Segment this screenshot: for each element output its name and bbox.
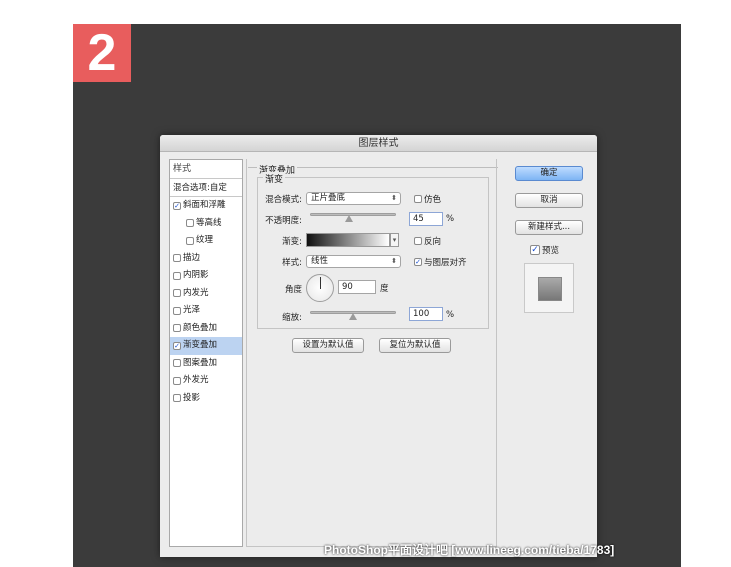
scale-input[interactable]: 100 [409, 307, 443, 321]
reverse-checkbox[interactable]: 反向 [414, 235, 441, 247]
style-item-label: 光泽 [183, 305, 201, 315]
ok-button[interactable]: 确定 [515, 166, 583, 181]
subgroup-title: 渐变 [263, 172, 286, 185]
checkbox-icon[interactable] [186, 236, 194, 245]
style-item[interactable]: 外发光 [170, 372, 242, 390]
align-label: 与图层对齐 [424, 258, 467, 268]
preview-swatch [538, 277, 562, 301]
checkbox-icon[interactable] [173, 289, 181, 298]
dither-label: 仿色 [424, 195, 442, 205]
style-items: ✓ 斜面和浮雕 等高线 纹理 描边 内阴影 内发光 光泽 颜色叠加 ✓ 渐变叠加 图案叠加 外发光 投影 [170, 197, 242, 407]
cancel-button[interactable]: 取消 [515, 193, 583, 208]
layer-style-dialog: 图层样式 样式 混合选项:自定 ✓ 斜面和浮雕 等高线 纹理 描边 内阴影 内发光 光泽 颜色叠… [160, 135, 597, 557]
style-item[interactable]: ✓ 渐变叠加 [170, 337, 242, 355]
checkbox-checked-icon[interactable]: ✓ [173, 201, 181, 210]
style-item[interactable]: 内阴影 [170, 267, 242, 285]
angle-label: 角度 [284, 285, 302, 295]
style-item-label: 描边 [183, 252, 201, 263]
angle-input[interactable]: 90 [338, 280, 376, 294]
style-label: 样式: [282, 258, 302, 268]
reverse-label: 反向 [424, 237, 442, 247]
blend-mode-value: 正片叠底 [311, 193, 346, 203]
style-item-label: 内阴影 [183, 270, 209, 280]
style-item[interactable]: 图案叠加 [170, 355, 242, 373]
style-item[interactable]: 描边 [170, 250, 242, 268]
gradient-label: 渐变: [282, 237, 302, 247]
style-item[interactable]: ✓ 斜面和浮雕 [170, 197, 242, 215]
style-item[interactable]: 光泽 [170, 302, 242, 320]
checkbox-icon[interactable] [186, 219, 194, 228]
chevron-updown-icon: ⬍ [391, 257, 397, 265]
style-item[interactable]: 纹理 [170, 232, 242, 250]
style-item[interactable]: 内发光 [170, 285, 242, 303]
style-select[interactable]: 线性 ⬍ [306, 255, 401, 268]
angle-degree-unit: 度 [380, 284, 389, 294]
style-item-label: 等高线 [196, 217, 222, 228]
angle-dial[interactable] [306, 274, 334, 302]
style-item-label: 图案叠加 [183, 357, 218, 368]
watermark: PhotoShop平面设计吧 [www.lineeg.com/tieba/178… [324, 543, 615, 557]
checkbox-icon[interactable] [173, 376, 181, 385]
chevron-down-icon[interactable]: ▾ [390, 233, 399, 247]
style-item-label: 渐变叠加 [183, 340, 218, 350]
opacity-label: 不透明度: [265, 216, 302, 226]
preview-checkbox[interactable]: ✓ 预览 [530, 244, 559, 256]
blend-mode-label: 混合模式: [265, 195, 302, 205]
checkbox-checked-icon: ✓ [414, 258, 422, 266]
dialog-titlebar[interactable]: 图层样式 [160, 135, 597, 152]
checkbox-icon[interactable] [173, 271, 181, 280]
chevron-updown-icon: ⬍ [391, 194, 397, 202]
style-item[interactable]: 等高线 [170, 215, 242, 233]
style-item-label: 外发光 [183, 375, 209, 385]
checkbox-icon[interactable] [173, 254, 181, 263]
dither-checkbox[interactable]: 仿色 [414, 193, 441, 205]
preview-label: 预览 [542, 246, 560, 256]
style-item-label: 斜面和浮雕 [183, 200, 226, 210]
opacity-input[interactable]: 45 [409, 212, 443, 226]
checkbox-checked-icon[interactable]: ✓ [173, 341, 181, 350]
scale-slider-thumb[interactable] [349, 313, 357, 320]
style-item[interactable]: 颜色叠加 [170, 320, 242, 338]
style-item-label: 纹理 [196, 235, 214, 245]
style-value: 线性 [311, 256, 329, 266]
reset-default-button[interactable]: 复位为默认值 [379, 338, 451, 353]
checkbox-checked-icon: ✓ [530, 245, 540, 255]
checkbox-icon [414, 195, 422, 203]
step-badge: 2 [73, 24, 131, 82]
checkbox-icon[interactable] [173, 324, 181, 333]
style-item-label: 投影 [183, 392, 201, 403]
preview-thumbnail [524, 263, 574, 313]
blend-mode-select[interactable]: 正片叠底 ⬍ [306, 192, 401, 205]
opacity-slider-thumb[interactable] [344, 215, 353, 222]
checkbox-icon [414, 237, 422, 245]
scale-percent: % [446, 310, 455, 320]
checkbox-icon[interactable] [173, 306, 181, 315]
style-item[interactable]: 投影 [170, 390, 242, 408]
blend-options-item[interactable]: 混合选项:自定 [170, 179, 242, 197]
opacity-slider[interactable] [310, 213, 396, 216]
styles-header[interactable]: 样式 [170, 160, 242, 179]
opacity-percent: % [446, 214, 455, 224]
set-default-button[interactable]: 设置为默认值 [292, 338, 364, 353]
style-item-label: 内发光 [183, 287, 209, 298]
checkbox-icon[interactable] [173, 394, 181, 403]
style-item-label: 颜色叠加 [183, 322, 218, 333]
new-style-button[interactable]: 新建样式... [515, 220, 583, 235]
checkbox-icon[interactable] [173, 359, 181, 368]
style-list: 样式 混合选项:自定 ✓ 斜面和浮雕 等高线 纹理 描边 内阴影 内发光 光泽 颜色叠加 ✓ 渐变叠… [169, 159, 243, 547]
gradient-swatch[interactable] [306, 233, 390, 247]
scale-label: 缩放: [282, 313, 302, 323]
align-with-layer-checkbox[interactable]: ✓ 与图层对齐 [414, 256, 467, 268]
